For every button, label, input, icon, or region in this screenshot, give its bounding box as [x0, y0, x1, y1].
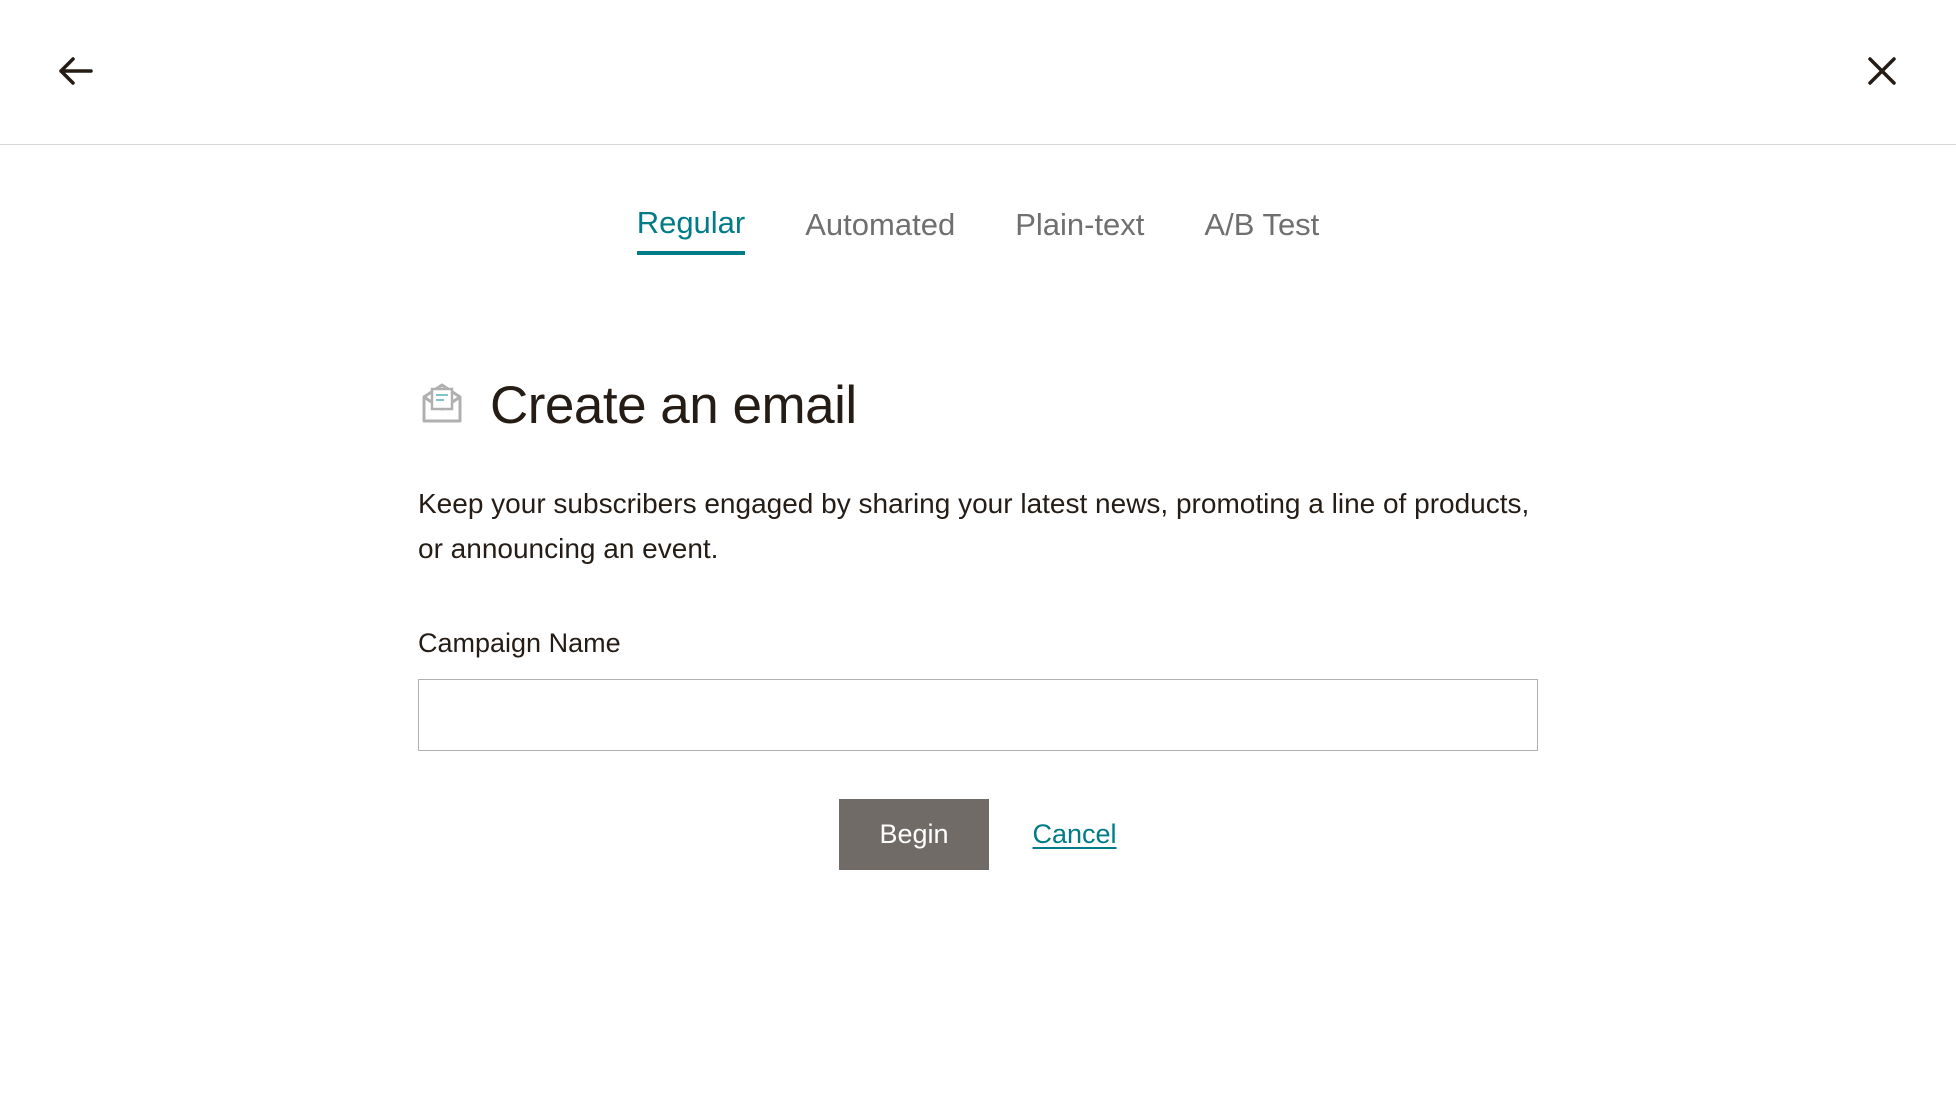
header-bar [0, 0, 1956, 145]
tab-plain-text[interactable]: Plain-text [1015, 205, 1144, 255]
email-envelope-icon [418, 379, 466, 432]
close-button[interactable] [1858, 47, 1906, 98]
begin-button[interactable]: Begin [839, 799, 988, 870]
content-area: Create an email Keep your subscribers en… [418, 255, 1538, 870]
page-title: Create an email [490, 375, 857, 436]
tab-ab-test[interactable]: A/B Test [1204, 205, 1319, 255]
close-icon [1866, 55, 1898, 90]
title-row: Create an email [418, 375, 1538, 436]
campaign-name-input[interactable] [418, 679, 1538, 751]
back-button[interactable] [50, 48, 102, 97]
tabs-container: Regular Automated Plain-text A/B Test [0, 145, 1956, 255]
page-description: Keep your subscribers engaged by sharing… [418, 482, 1538, 572]
tab-regular[interactable]: Regular [637, 205, 746, 255]
button-row: Begin Cancel [418, 799, 1538, 870]
back-arrow-icon [58, 56, 94, 89]
cancel-link[interactable]: Cancel [1033, 819, 1117, 850]
campaign-name-label: Campaign Name [418, 628, 1538, 659]
tab-automated[interactable]: Automated [805, 205, 955, 255]
